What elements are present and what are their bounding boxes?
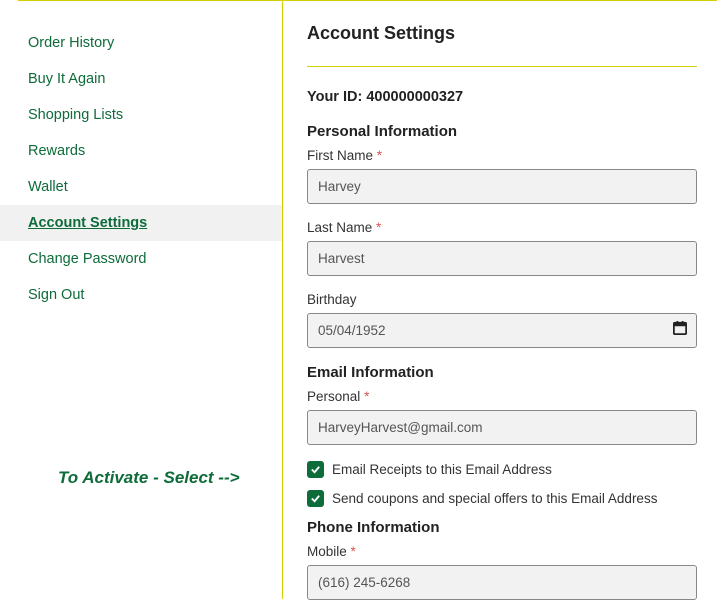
birthday-label: Birthday (307, 292, 697, 307)
required-mark: * (376, 220, 381, 235)
checkbox-coupons-label: Send coupons and special offers to this … (332, 491, 657, 506)
last-name-input[interactable] (307, 241, 697, 276)
checkbox-email-receipts[interactable] (307, 461, 324, 478)
last-name-label: Last Name * (307, 220, 697, 235)
nav-rewards[interactable]: Rewards (0, 133, 282, 169)
account-sidebar: Order History Buy It Again Shopping List… (0, 1, 283, 599)
checkbox-email-receipts-label: Email Receipts to this Email Address (332, 462, 552, 477)
mobile-input[interactable] (307, 565, 697, 600)
first-name-label: First Name * (307, 148, 697, 163)
checkbox-coupons[interactable] (307, 490, 324, 507)
your-id-label: Your ID: (307, 89, 362, 105)
nav-change-password[interactable]: Change Password (0, 241, 282, 277)
nav-wallet[interactable]: Wallet (0, 169, 282, 205)
nav-order-history[interactable]: Order History (0, 25, 282, 61)
email-personal-input[interactable] (307, 410, 697, 445)
your-id: Your ID: 400000000327 (307, 89, 697, 105)
page-title: Account Settings (307, 23, 697, 66)
activate-annotation: To Activate - Select --> (58, 468, 240, 488)
birthday-input[interactable] (307, 313, 697, 348)
first-name-input[interactable] (307, 169, 697, 204)
required-mark: * (364, 389, 369, 404)
main-panel: Account Settings Your ID: 400000000327 P… (283, 1, 727, 599)
required-mark: * (351, 544, 356, 559)
section-phone: Phone Information (307, 519, 697, 536)
nav-shopping-lists[interactable]: Shopping Lists (0, 97, 282, 133)
section-personal: Personal Information (307, 123, 697, 140)
divider (307, 66, 697, 67)
required-mark: * (377, 148, 382, 163)
nav-sign-out[interactable]: Sign Out (0, 277, 282, 313)
mobile-label: Mobile * (307, 544, 697, 559)
email-personal-label: Personal * (307, 389, 697, 404)
your-id-value: 400000000327 (366, 89, 463, 105)
nav-buy-it-again[interactable]: Buy It Again (0, 61, 282, 97)
nav-account-settings[interactable]: Account Settings (0, 205, 282, 241)
section-email: Email Information (307, 364, 697, 381)
